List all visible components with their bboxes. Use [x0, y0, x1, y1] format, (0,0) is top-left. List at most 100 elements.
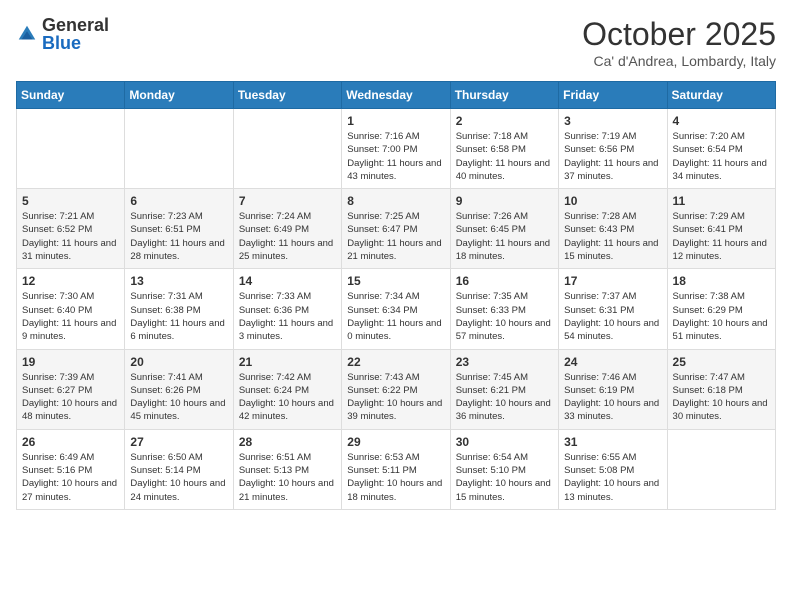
weekday-header: Sunday — [17, 82, 125, 109]
title-block: October 2025 Ca' d'Andrea, Lombardy, Ita… — [582, 16, 776, 69]
day-info: Sunrise: 6:51 AM Sunset: 5:13 PM Dayligh… — [239, 451, 336, 504]
day-info: Sunrise: 7:34 AM Sunset: 6:34 PM Dayligh… — [347, 290, 444, 343]
day-number: 19 — [22, 355, 119, 369]
calendar-cell: 29 Sunrise: 6:53 AM Sunset: 5:11 PM Dayli… — [342, 429, 450, 509]
calendar-cell: 16 Sunrise: 7:35 AM Sunset: 6:33 PM Dayli… — [450, 269, 558, 349]
calendar-cell: 25 Sunrise: 7:47 AM Sunset: 6:18 PM Dayli… — [667, 349, 775, 429]
calendar-cell: 6Sunrise: 7:23 AM Sunset: 6:51 PM Daylig… — [125, 189, 233, 269]
day-info: Sunrise: 7:45 AM Sunset: 6:21 PM Dayligh… — [456, 371, 553, 424]
day-info: Sunrise: 7:26 AM Sunset: 6:45 PM Dayligh… — [456, 210, 553, 263]
day-number: 23 — [456, 355, 553, 369]
day-info: Sunrise: 7:24 AM Sunset: 6:49 PM Dayligh… — [239, 210, 336, 263]
calendar-cell: 28 Sunrise: 6:51 AM Sunset: 5:13 PM Dayli… — [233, 429, 341, 509]
day-number: 18 — [673, 274, 770, 288]
calendar-cell: 5 Sunrise: 7:21 AM Sunset: 6:52 PM Daylig… — [17, 189, 125, 269]
day-info: Sunrise: 7:30 AM Sunset: 6:40 PM Dayligh… — [22, 290, 119, 343]
day-info: Sunrise: 7:42 AM Sunset: 6:24 PM Dayligh… — [239, 371, 336, 424]
calendar-week-row: 12 Sunrise: 7:30 AM Sunset: 6:40 PM Dayli… — [17, 269, 776, 349]
calendar-cell: 30 Sunrise: 6:54 AM Sunset: 5:10 PM Dayli… — [450, 429, 558, 509]
logo-blue: Blue — [42, 34, 109, 52]
calendar-cell: 17Sunrise: 7:37 AM Sunset: 6:31 PM Dayli… — [559, 269, 667, 349]
calendar-week-row: 26 Sunrise: 6:49 AM Sunset: 5:16 PM Dayli… — [17, 429, 776, 509]
day-number: 12 — [22, 274, 119, 288]
day-number: 14 — [239, 274, 336, 288]
weekday-header: Saturday — [667, 82, 775, 109]
day-number: 4 — [673, 114, 770, 128]
location-subtitle: Ca' d'Andrea, Lombardy, Italy — [582, 53, 776, 69]
day-info: Sunrise: 7:47 AM Sunset: 6:18 PM Dayligh… — [673, 371, 770, 424]
day-number: 22 — [347, 355, 444, 369]
calendar-cell: 3 Sunrise: 7:19 AM Sunset: 6:56 PM Daylig… — [559, 109, 667, 189]
calendar-week-row: 5 Sunrise: 7:21 AM Sunset: 6:52 PM Daylig… — [17, 189, 776, 269]
logo-icon — [16, 23, 38, 45]
day-info: Sunrise: 6:49 AM Sunset: 5:16 PM Dayligh… — [22, 451, 119, 504]
day-number: 9 — [456, 194, 553, 208]
calendar-cell: 11 Sunrise: 7:29 AM Sunset: 6:41 PM Dayli… — [667, 189, 775, 269]
day-number: 6 — [130, 194, 227, 208]
calendar-cell: 31Sunrise: 6:55 AM Sunset: 5:08 PM Dayli… — [559, 429, 667, 509]
day-number: 13 — [130, 274, 227, 288]
day-info: Sunrise: 7:31 AM Sunset: 6:38 PM Dayligh… — [130, 290, 227, 343]
calendar-cell — [233, 109, 341, 189]
day-info: Sunrise: 6:50 AM Sunset: 5:14 PM Dayligh… — [130, 451, 227, 504]
calendar-week-row: 1Sunrise: 7:16 AM Sunset: 7:00 PM Daylig… — [17, 109, 776, 189]
day-number: 5 — [22, 194, 119, 208]
day-info: Sunrise: 7:33 AM Sunset: 6:36 PM Dayligh… — [239, 290, 336, 343]
calendar-cell: 9 Sunrise: 7:26 AM Sunset: 6:45 PM Daylig… — [450, 189, 558, 269]
logo-general: General — [42, 16, 109, 34]
calendar-cell: 21 Sunrise: 7:42 AM Sunset: 6:24 PM Dayli… — [233, 349, 341, 429]
day-info: Sunrise: 7:21 AM Sunset: 6:52 PM Dayligh… — [22, 210, 119, 263]
calendar-cell: 19 Sunrise: 7:39 AM Sunset: 6:27 PM Dayli… — [17, 349, 125, 429]
weekday-header: Friday — [559, 82, 667, 109]
day-info: Sunrise: 7:35 AM Sunset: 6:33 PM Dayligh… — [456, 290, 553, 343]
day-info: Sunrise: 7:39 AM Sunset: 6:27 PM Dayligh… — [22, 371, 119, 424]
day-number: 30 — [456, 435, 553, 449]
day-number: 2 — [456, 114, 553, 128]
day-number: 3 — [564, 114, 661, 128]
calendar-cell: 4Sunrise: 7:20 AM Sunset: 6:54 PM Daylig… — [667, 109, 775, 189]
calendar-cell: 7 Sunrise: 7:24 AM Sunset: 6:49 PM Daylig… — [233, 189, 341, 269]
calendar-cell: 23 Sunrise: 7:45 AM Sunset: 6:21 PM Dayli… — [450, 349, 558, 429]
day-number: 31 — [564, 435, 661, 449]
day-info: Sunrise: 6:54 AM Sunset: 5:10 PM Dayligh… — [456, 451, 553, 504]
day-number: 27 — [130, 435, 227, 449]
day-info: Sunrise: 7:29 AM Sunset: 6:41 PM Dayligh… — [673, 210, 770, 263]
day-info: Sunrise: 7:43 AM Sunset: 6:22 PM Dayligh… — [347, 371, 444, 424]
calendar-week-row: 19 Sunrise: 7:39 AM Sunset: 6:27 PM Dayli… — [17, 349, 776, 429]
calendar-cell: 22 Sunrise: 7:43 AM Sunset: 6:22 PM Dayli… — [342, 349, 450, 429]
day-info: Sunrise: 7:19 AM Sunset: 6:56 PM Dayligh… — [564, 130, 661, 183]
day-number: 11 — [673, 194, 770, 208]
weekday-header: Monday — [125, 82, 233, 109]
calendar-cell: 10Sunrise: 7:28 AM Sunset: 6:43 PM Dayli… — [559, 189, 667, 269]
day-info: Sunrise: 6:53 AM Sunset: 5:11 PM Dayligh… — [347, 451, 444, 504]
calendar-cell: 13 Sunrise: 7:31 AM Sunset: 6:38 PM Dayli… — [125, 269, 233, 349]
calendar-cell: 2Sunrise: 7:18 AM Sunset: 6:58 PM Daylig… — [450, 109, 558, 189]
day-number: 21 — [239, 355, 336, 369]
calendar-table: SundayMondayTuesdayWednesdayThursdayFrid… — [16, 81, 776, 510]
day-number: 28 — [239, 435, 336, 449]
calendar-cell: 18 Sunrise: 7:38 AM Sunset: 6:29 PM Dayli… — [667, 269, 775, 349]
day-info: Sunrise: 7:38 AM Sunset: 6:29 PM Dayligh… — [673, 290, 770, 343]
day-info: Sunrise: 7:25 AM Sunset: 6:47 PM Dayligh… — [347, 210, 444, 263]
day-number: 26 — [22, 435, 119, 449]
day-number: 17 — [564, 274, 661, 288]
calendar-cell: 24Sunrise: 7:46 AM Sunset: 6:19 PM Dayli… — [559, 349, 667, 429]
day-number: 25 — [673, 355, 770, 369]
day-number: 29 — [347, 435, 444, 449]
calendar-cell: 14 Sunrise: 7:33 AM Sunset: 6:36 PM Dayli… — [233, 269, 341, 349]
month-year-title: October 2025 — [582, 16, 776, 53]
day-number: 20 — [130, 355, 227, 369]
day-info: Sunrise: 7:46 AM Sunset: 6:19 PM Dayligh… — [564, 371, 661, 424]
day-number: 8 — [347, 194, 444, 208]
page-header: General Blue October 2025 Ca' d'Andrea, … — [16, 16, 776, 69]
weekday-header-row: SundayMondayTuesdayWednesdayThursdayFrid… — [17, 82, 776, 109]
day-number: 16 — [456, 274, 553, 288]
weekday-header: Wednesday — [342, 82, 450, 109]
day-info: Sunrise: 7:41 AM Sunset: 6:26 PM Dayligh… — [130, 371, 227, 424]
calendar-cell: 8 Sunrise: 7:25 AM Sunset: 6:47 PM Daylig… — [342, 189, 450, 269]
day-number: 7 — [239, 194, 336, 208]
day-number: 1 — [347, 114, 444, 128]
calendar-cell: 12 Sunrise: 7:30 AM Sunset: 6:40 PM Dayli… — [17, 269, 125, 349]
logo: General Blue — [16, 16, 109, 52]
weekday-header: Thursday — [450, 82, 558, 109]
